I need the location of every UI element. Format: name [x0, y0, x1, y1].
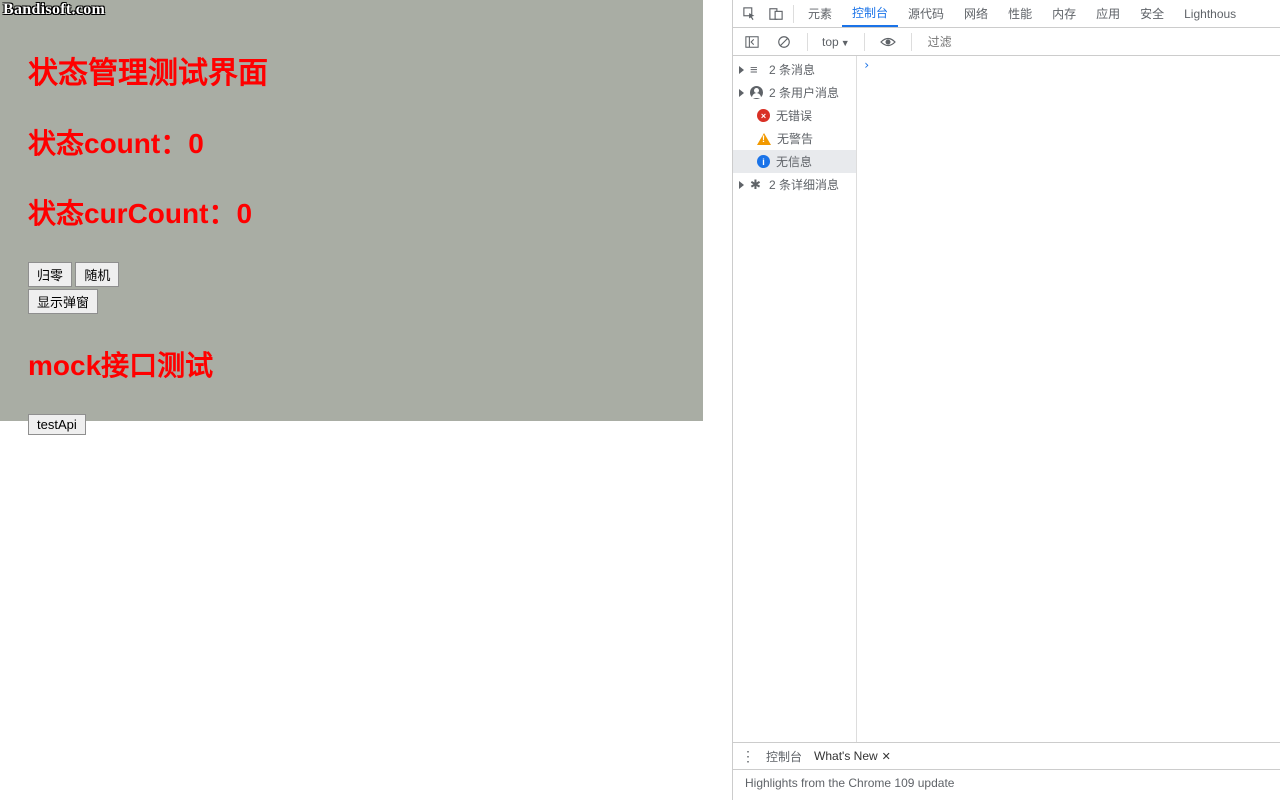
drawer-menu-icon[interactable]: ⋮ [741, 748, 754, 765]
count-heading: 状态count：0 [28, 122, 675, 162]
drawer-whatsnew-body: Highlights from the Chrome 109 update [733, 770, 1280, 800]
error-icon: × [757, 109, 770, 122]
expand-icon [739, 181, 744, 189]
test-api-button[interactable]: testApi [28, 414, 86, 435]
console-toolbar: top▼ [733, 28, 1280, 56]
sidebar-label: 2 条详细消息 [769, 176, 839, 193]
tab-application[interactable]: 应用 [1086, 0, 1130, 28]
clear-console-icon[interactable] [773, 31, 795, 53]
user-icon [750, 86, 763, 99]
tab-performance[interactable]: 性能 [998, 0, 1042, 28]
page-title: 状态管理测试界面 [28, 0, 675, 92]
tab-security[interactable]: 安全 [1130, 0, 1174, 28]
mock-api-title: mock接口测试 [28, 344, 675, 384]
devtools-panel: 元素 控制台 源代码 网络 性能 内存 应用 安全 Lighthous top▼ [732, 0, 1280, 800]
count-value: 0 [188, 128, 204, 159]
separator [793, 5, 794, 23]
show-modal-button[interactable]: 显示弹窗 [28, 289, 98, 314]
sidebar-label: 无警告 [777, 130, 813, 147]
device-toolbar-icon[interactable] [765, 3, 787, 25]
button-row-1: 归零 随机 [28, 262, 675, 287]
sidebar-all-messages[interactable]: 2 条消息 [733, 58, 856, 81]
sidebar-user-messages[interactable]: 2 条用户消息 [733, 81, 856, 104]
separator [807, 33, 808, 51]
tab-elements[interactable]: 元素 [798, 0, 842, 28]
close-icon[interactable]: ✕ [882, 750, 891, 763]
sidebar-info[interactable]: i 无信息 [733, 150, 856, 173]
random-button[interactable]: 随机 [75, 262, 119, 287]
button-row-2: 显示弹窗 [28, 289, 675, 314]
tab-sources[interactable]: 源代码 [898, 0, 954, 28]
sidebar-verbose[interactable]: ✱ 2 条详细消息 [733, 173, 856, 196]
curcount-value: 0 [236, 198, 252, 229]
reset-button[interactable]: 归零 [28, 262, 72, 287]
button-row-3: testApi [28, 414, 675, 435]
list-icon [750, 63, 763, 76]
tab-memory[interactable]: 内存 [1042, 0, 1086, 28]
drawer-tab-whatsnew[interactable]: What's New ✕ [814, 749, 891, 763]
sidebar-toggle-icon[interactable] [741, 31, 763, 53]
sidebar-label: 2 条消息 [769, 61, 815, 78]
app-root: Bandisoft.com 状态管理测试界面 状态count：0 状态curCo… [0, 0, 703, 421]
live-expression-icon[interactable] [877, 31, 899, 53]
console-message-sidebar: 2 条消息 2 条用户消息 × 无错误 无警告 i 无信息 ✱ [733, 56, 857, 742]
sidebar-label: 2 条用户消息 [769, 84, 839, 101]
watermark-text: Bandisoft.com [3, 1, 105, 19]
info-icon: i [757, 155, 770, 168]
context-value: top [822, 35, 839, 49]
drawer-tab-console[interactable]: 控制台 [766, 748, 802, 765]
separator [911, 33, 912, 51]
curcount-label: 状态curCount： [28, 198, 236, 229]
separator [864, 33, 865, 51]
sidebar-label: 无错误 [776, 107, 812, 124]
count-label: 状态count： [28, 128, 188, 159]
expand-icon [739, 89, 744, 97]
expand-icon [739, 66, 744, 74]
context-selector[interactable]: top▼ [818, 35, 854, 49]
tab-lighthouse[interactable]: Lighthous [1174, 0, 1246, 28]
inspect-element-icon[interactable] [739, 3, 761, 25]
sidebar-warnings[interactable]: 无警告 [733, 127, 856, 150]
drawer-tab-label: What's New [814, 749, 878, 763]
chevron-down-icon: ▼ [841, 38, 850, 48]
sidebar-label: 无信息 [776, 153, 812, 170]
sidebar-errors[interactable]: × 无错误 [733, 104, 856, 127]
console-log-area[interactable]: › [857, 56, 1280, 742]
rendered-page-viewport: Bandisoft.com 状态管理测试界面 状态count：0 状态curCo… [0, 0, 732, 800]
curcount-heading: 状态curCount：0 [28, 192, 675, 232]
warning-icon [757, 133, 771, 145]
tab-console[interactable]: 控制台 [842, 0, 898, 27]
bug-icon: ✱ [750, 178, 763, 191]
tab-network[interactable]: 网络 [954, 0, 998, 28]
devtools-drawer-tabs: ⋮ 控制台 What's New ✕ [733, 742, 1280, 770]
console-prompt-icon: › [863, 58, 870, 72]
console-filter-input[interactable] [922, 33, 1274, 51]
console-body: 2 条消息 2 条用户消息 × 无错误 无警告 i 无信息 ✱ [733, 56, 1280, 742]
devtools-main-tabs: 元素 控制台 源代码 网络 性能 内存 应用 安全 Lighthous [733, 0, 1280, 28]
